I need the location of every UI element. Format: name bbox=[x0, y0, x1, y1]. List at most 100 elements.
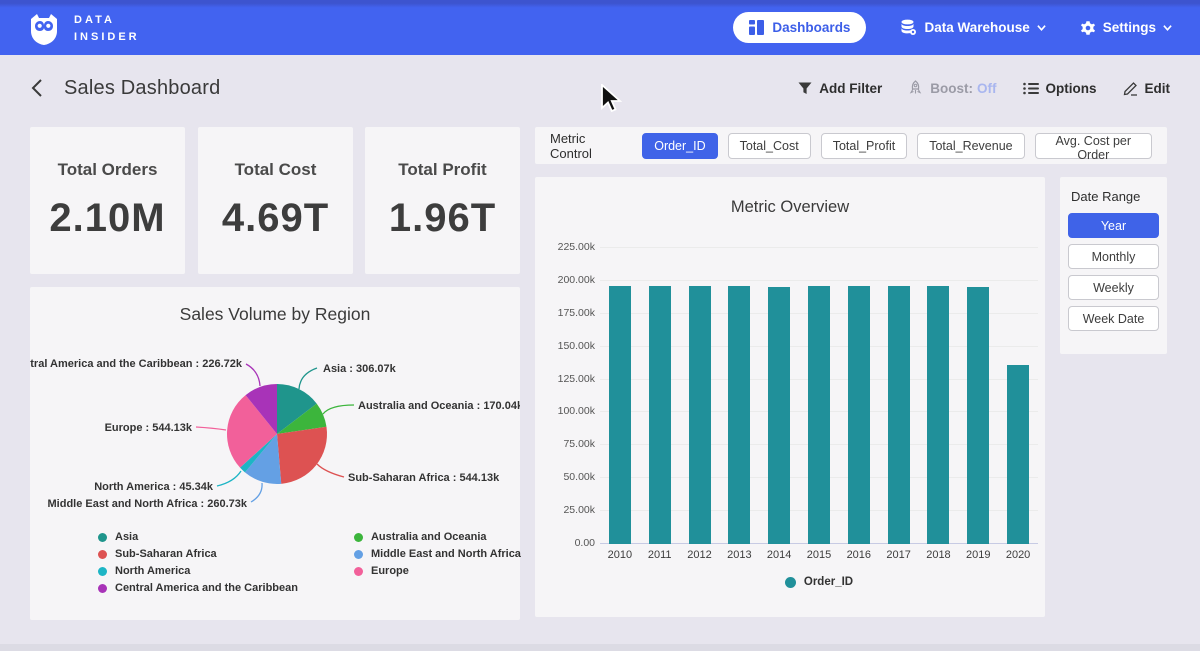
pie-legend: Asia Sub-Saharan Africa North America Centr… bbox=[98, 531, 521, 594]
bar-chart-card: Metric Overview 0.0025.00k50.00k75.00k10… bbox=[535, 177, 1045, 617]
legend-text: Middle East and North Africa bbox=[371, 548, 521, 560]
boost-value: Off bbox=[977, 81, 997, 96]
legend-item-asia[interactable]: Asia bbox=[98, 531, 298, 543]
y-tick-label: 175.00k bbox=[535, 307, 595, 319]
pie-label-leader bbox=[251, 483, 262, 502]
x-tick-label: 2014 bbox=[757, 549, 801, 561]
date-range-option-year[interactable]: Year bbox=[1068, 213, 1159, 238]
legend-item-sub-saharan-africa[interactable]: Sub-Saharan Africa bbox=[98, 548, 298, 560]
options-button[interactable]: Options bbox=[1023, 81, 1097, 96]
brand-logo[interactable]: DATA INSIDER bbox=[24, 9, 140, 49]
kpi-card: Total Orders2.10M bbox=[30, 127, 185, 274]
metric-control-label: Metric Control bbox=[550, 131, 628, 161]
brand-name: DATA INSIDER bbox=[74, 12, 140, 45]
date-range-option-weekly[interactable]: Weekly bbox=[1068, 275, 1159, 300]
bottom-strip bbox=[0, 644, 1200, 651]
kpi-card: Total Profit1.96T bbox=[365, 127, 520, 274]
metric-option-avg-cost-per-order[interactable]: Avg. Cost per Order bbox=[1035, 133, 1152, 159]
pie-chart-title: Sales Volume by Region bbox=[30, 287, 520, 325]
y-tick-label: 100.00k bbox=[535, 405, 595, 417]
bar-chart-title: Metric Overview bbox=[535, 177, 1045, 217]
x-tick-label: 2011 bbox=[638, 549, 682, 561]
kpi-value: 4.69T bbox=[222, 196, 329, 241]
bar-2016[interactable] bbox=[848, 286, 870, 544]
pie-label-leader bbox=[196, 427, 226, 430]
data-warehouse-label: Data Warehouse bbox=[924, 20, 1029, 35]
pie-slice-sub-saharan-africa[interactable] bbox=[277, 427, 327, 484]
bar-2020[interactable] bbox=[1007, 365, 1029, 544]
add-filter-button[interactable]: Add Filter bbox=[798, 81, 882, 96]
bar-2011[interactable] bbox=[649, 286, 671, 544]
bar-2013[interactable] bbox=[728, 286, 750, 544]
chevron-down-icon bbox=[1163, 23, 1172, 32]
page-title: Sales Dashboard bbox=[64, 77, 220, 100]
legend-dot bbox=[98, 567, 107, 576]
pie-chart[interactable]: Asia : 306.07k Australia and Oceania : 17… bbox=[30, 345, 520, 531]
pie-slice-label: Australia and Oceania : 170.04k bbox=[358, 400, 520, 412]
pie-slice-label: Central America and the Caribbean : 226.… bbox=[30, 358, 243, 370]
bar-2014[interactable] bbox=[768, 287, 790, 545]
bar-2015[interactable] bbox=[808, 286, 830, 544]
pie-slice-label: Asia : 306.07k bbox=[323, 363, 397, 375]
pie-slice-label: Europe : 544.13k bbox=[105, 422, 193, 434]
x-tick-label: 2019 bbox=[956, 549, 1000, 561]
dashboard-header: Sales Dashboard Add Filter Boost: Off Op bbox=[0, 56, 1200, 120]
gridline bbox=[600, 280, 1038, 281]
kpi-value: 1.96T bbox=[389, 196, 496, 241]
legend-item-australia-and-oceania[interactable]: Australia and Oceania bbox=[354, 531, 521, 543]
x-tick-label: 2012 bbox=[678, 549, 722, 561]
bar-2017[interactable] bbox=[888, 286, 910, 544]
data-warehouse-menu[interactable]: Data Warehouse bbox=[900, 19, 1045, 36]
y-tick-label: 50.00k bbox=[535, 471, 595, 483]
boost-label: Boost: bbox=[930, 81, 973, 96]
date-range-label: Date Range bbox=[1071, 189, 1159, 204]
metric-option-total-cost[interactable]: Total_Cost bbox=[728, 133, 811, 159]
metric-option-order-id[interactable]: Order_ID bbox=[642, 133, 717, 159]
legend-item-central-america-and-the-caribbean[interactable]: Central America and the Caribbean bbox=[98, 582, 298, 594]
legend-dot bbox=[98, 584, 107, 593]
y-tick-label: 75.00k bbox=[535, 438, 595, 450]
legend-dot bbox=[354, 550, 363, 559]
legend-dot bbox=[98, 550, 107, 559]
legend-text: Central America and the Caribbean bbox=[115, 582, 298, 594]
boost-toggle[interactable]: Boost: Off bbox=[908, 80, 996, 96]
x-tick-label: 2013 bbox=[717, 549, 761, 561]
legend-column: Australia and Oceania Middle East and Nor… bbox=[354, 531, 521, 594]
bar-2019[interactable] bbox=[967, 287, 989, 545]
bar-2010[interactable] bbox=[609, 286, 631, 544]
owl-logo-icon bbox=[24, 9, 64, 49]
y-tick-label: 25.00k bbox=[535, 504, 595, 516]
edit-button[interactable]: Edit bbox=[1123, 81, 1171, 96]
y-tick-label: 200.00k bbox=[535, 274, 595, 286]
gear-icon bbox=[1080, 20, 1096, 36]
settings-menu[interactable]: Settings bbox=[1080, 20, 1172, 36]
legend-column: Asia Sub-Saharan Africa North America Centr… bbox=[98, 531, 298, 594]
date-range-option-monthly[interactable]: Monthly bbox=[1068, 244, 1159, 269]
pie-label-leader bbox=[323, 405, 354, 414]
bar-chart-plot[interactable]: 0.0025.00k50.00k75.00k100.00k125.00k150.… bbox=[600, 248, 1038, 544]
legend-dot bbox=[98, 533, 107, 542]
filter-funnel-icon bbox=[798, 82, 812, 95]
legend-text: Europe bbox=[371, 565, 409, 577]
pie-label-leader bbox=[217, 471, 241, 486]
x-tick-label: 2020 bbox=[996, 549, 1040, 561]
date-range-option-week-date[interactable]: Week Date bbox=[1068, 306, 1159, 331]
dashboards-button[interactable]: Dashboards bbox=[733, 12, 866, 43]
legend-item-north-america[interactable]: North America bbox=[98, 565, 298, 577]
options-list-icon bbox=[1023, 82, 1039, 95]
chevron-down-icon bbox=[1037, 23, 1046, 32]
kpi-label: Total Orders bbox=[58, 160, 158, 180]
metric-option-total-profit[interactable]: Total_Profit bbox=[821, 133, 908, 159]
legend-item-europe[interactable]: Europe bbox=[354, 565, 521, 577]
bar-2018[interactable] bbox=[927, 286, 949, 544]
date-range-panel: Date Range Year Monthly Weekly Week Date bbox=[1060, 177, 1167, 354]
back-arrow-icon[interactable] bbox=[30, 78, 44, 98]
bar-2012[interactable] bbox=[689, 286, 711, 545]
metric-control-bar: Metric Control Order_ID Total_Cost Total_P… bbox=[535, 127, 1167, 164]
metric-option-total-revenue[interactable]: Total_Revenue bbox=[917, 133, 1024, 159]
bar-chart-legend: Order_ID bbox=[600, 576, 1038, 588]
y-tick-label: 225.00k bbox=[535, 241, 595, 253]
legend-dot bbox=[354, 533, 363, 542]
kpi-label: Total Cost bbox=[235, 160, 317, 180]
legend-item-middle-east-and-north-africa[interactable]: Middle East and North Africa bbox=[354, 548, 521, 560]
